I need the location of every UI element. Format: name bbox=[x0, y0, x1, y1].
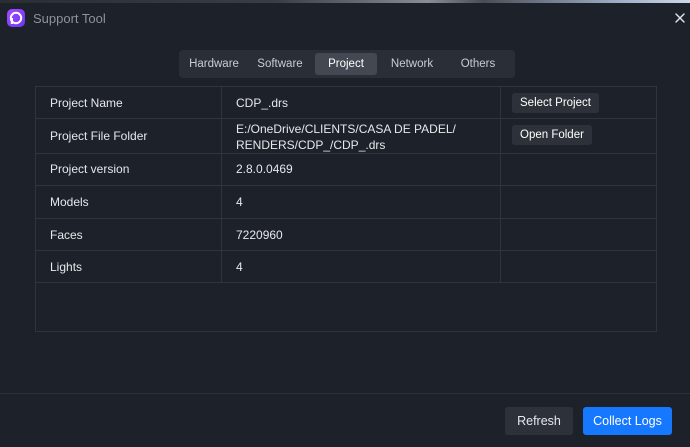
select-project-button[interactable]: Select Project bbox=[512, 93, 599, 113]
project-name-value: CDP_.drs bbox=[236, 96, 289, 110]
collect-logs-button[interactable]: Collect Logs bbox=[583, 407, 672, 435]
models-value: 4 bbox=[236, 195, 243, 209]
tab-network[interactable]: Network bbox=[381, 53, 443, 75]
open-folder-button[interactable]: Open Folder bbox=[512, 125, 592, 145]
window-title: Support Tool bbox=[33, 11, 106, 26]
row-label: Project Name bbox=[50, 96, 123, 110]
row-label: Project version bbox=[50, 162, 130, 176]
project-info-table: Project Name CDP_.drs Select Project Pro… bbox=[35, 86, 657, 332]
project-version-value: 2.8.0.0469 bbox=[236, 162, 293, 176]
close-icon bbox=[675, 13, 685, 23]
tab-hardware[interactable]: Hardware bbox=[183, 53, 245, 75]
project-folder-value-line1: E:/OneDrive/CLIENTS/CASA DE PADEL/ bbox=[236, 122, 456, 136]
tab-software[interactable]: Software bbox=[249, 53, 311, 75]
tab-bar: Hardware Software Project Network Others bbox=[179, 50, 515, 78]
table-row: Models 4 bbox=[36, 186, 656, 219]
lights-value: 4 bbox=[236, 260, 243, 274]
support-tool-window: Support Tool Hardware Software Project N… bbox=[0, 0, 690, 447]
faces-value: 7220960 bbox=[236, 228, 283, 242]
table-row: Lights 4 bbox=[36, 251, 656, 283]
table-row: Faces 7220960 bbox=[36, 219, 656, 251]
p-logo-icon bbox=[7, 9, 25, 27]
row-label: Faces bbox=[50, 228, 83, 242]
table-row: Project File Folder E:/OneDrive/CLIENTS/… bbox=[36, 119, 656, 154]
row-label: Project File Folder bbox=[50, 129, 148, 143]
title-bar: Support Tool bbox=[0, 3, 690, 33]
row-label: Models bbox=[50, 195, 89, 209]
row-label: Lights bbox=[50, 260, 83, 274]
tab-others[interactable]: Others bbox=[447, 53, 509, 75]
table-row: Project version 2.8.0.0469 bbox=[36, 154, 656, 186]
project-folder-value-line2: RENDERS/CDP_/CDP_.drs bbox=[236, 138, 386, 152]
footer-divider bbox=[0, 393, 690, 394]
table-row: Project Name CDP_.drs Select Project bbox=[36, 87, 656, 119]
refresh-button[interactable]: Refresh bbox=[505, 407, 573, 435]
tab-project[interactable]: Project bbox=[315, 53, 377, 75]
close-button[interactable] bbox=[672, 10, 688, 26]
